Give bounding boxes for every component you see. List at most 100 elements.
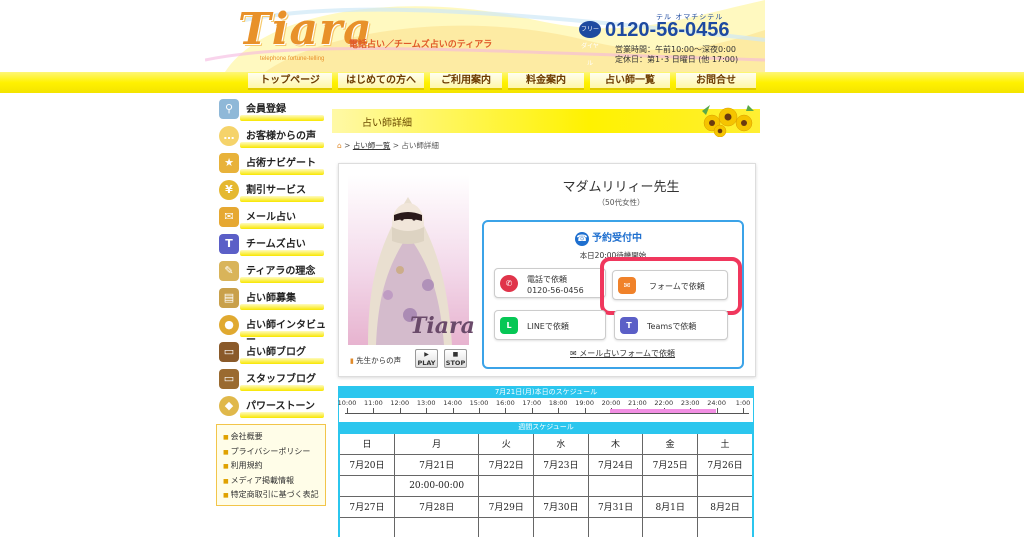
teams-icon: T (620, 317, 638, 334)
star-icon: ★ (219, 153, 239, 173)
sidebar-item-philosophy[interactable]: ✎ ティアラの理念 (216, 259, 326, 283)
nav-usage-guide[interactable]: ご利用案内 (430, 73, 502, 90)
timeline-tick-mark (452, 408, 454, 414)
voice-message-label: 先生からの声 (350, 355, 401, 366)
link-privacy-policy[interactable]: プライバシーポリシー (223, 445, 319, 460)
date-cell: 7月25日 (642, 453, 699, 476)
week-schedule-title: 週間スケジュール (338, 422, 754, 432)
nav-top-page[interactable]: トップページ (248, 73, 332, 90)
logo-subtitle: telephone fortune-telling (260, 56, 325, 62)
site-tagline: 電話占い／チームズ占いのティアラ (349, 40, 493, 50)
sidebar-item-teller-blog[interactable]: ▭ 占い師ブログ (216, 340, 326, 364)
date-cell: 7月29日 (478, 495, 535, 518)
sunflower-decoration (702, 105, 754, 137)
slot-cell (587, 474, 644, 497)
mail-form-link-label: メール占いフォームで依頼 (579, 349, 676, 358)
sidebar-item-underline (240, 250, 324, 256)
day-header-fri: 金 (642, 432, 699, 455)
stop-button-label: STOP (445, 359, 466, 367)
sidebar-item-label: ティアラの理念 (246, 266, 316, 277)
yen-coin-icon: ¥ (219, 180, 239, 200)
sidebar-item-recruit[interactable]: ▤ 占い師募集 (216, 286, 326, 310)
photo-watermark-logo: Tiara (410, 313, 475, 339)
stop-icon: ■ (452, 351, 459, 358)
timeline-axis (345, 413, 749, 414)
teller-age: （50代女性） (597, 198, 645, 207)
header-phone-number[interactable]: 0120-56-0456 (605, 19, 730, 42)
table-row (338, 516, 754, 537)
sidebar-item-member-registration[interactable]: ⚲ 会員登録 (216, 97, 326, 121)
sidebar-item-underline (240, 169, 324, 175)
breadcrumb-separator: > (344, 141, 353, 150)
date-cell: 7月20日 (338, 453, 395, 476)
timeline-tick-mark (531, 408, 533, 414)
phone-icon: ✆ (500, 275, 518, 292)
slot-cell (533, 516, 589, 537)
timeline-tick-mark (584, 408, 586, 414)
sidebar-item-label: パワーストーン (246, 401, 315, 412)
slot-cell (697, 474, 754, 497)
breadcrumb-current: 占い師詳細 (401, 141, 439, 150)
home-icon[interactable]: ⌂ (337, 141, 342, 150)
sidebar-item-navigate[interactable]: ★ 占術ナビゲート (216, 151, 326, 175)
line-request-button[interactable]: L LINEで依頼 (494, 310, 606, 340)
sidebar-item-underline (240, 277, 324, 283)
date-cell: 7月23日 (533, 453, 589, 476)
sidebar-item-underline (240, 196, 324, 202)
sidebar-item-label: 会員登録 (246, 104, 286, 115)
nav-fortune-tellers[interactable]: 占い師一覧 (590, 73, 670, 90)
booking-status-title: 予約受付中 (575, 229, 642, 246)
slot-cell (587, 516, 644, 537)
link-company[interactable]: 会社概要 (223, 430, 319, 445)
sidebar-item-underline (240, 142, 324, 148)
play-button[interactable]: ▶ PLAY (415, 349, 438, 368)
stop-button[interactable]: ■ STOP (444, 349, 467, 368)
link-terms[interactable]: 利用規約 (223, 459, 319, 474)
day-header-thu: 木 (587, 432, 644, 455)
nav-pricing[interactable]: 料金案内 (508, 73, 584, 90)
date-cell: 7月30日 (533, 495, 589, 518)
mail-form-request-link[interactable]: ✉ メール占いフォームで依頼 (570, 348, 675, 359)
sidebar-item-discount[interactable]: ¥ 割引サービス (216, 178, 326, 202)
nav-first-time[interactable]: はじめての方へ (338, 73, 424, 90)
date-cell: 7月22日 (478, 453, 535, 476)
day-header-mon: 月 (393, 432, 480, 455)
breadcrumb-link-tellers[interactable]: 占い師一覧 (353, 141, 391, 150)
teams-request-label: Teamsで依頼 (647, 322, 697, 331)
sidebar-item-teams[interactable]: T チームズ占い (216, 232, 326, 256)
phone-request-button[interactable]: ✆ 電話で依頼 0120-56-0456 (494, 268, 606, 298)
slot-cell (642, 474, 699, 497)
link-commercial-law[interactable]: 特定商取引に基づく表記 (223, 488, 319, 503)
sidebar-item-underline (240, 115, 324, 121)
sidebar-item-label: 割引サービス (246, 185, 306, 196)
date-cell: 7月26日 (697, 453, 754, 476)
timeline-tick-mark (716, 408, 718, 414)
day-header-sun: 日 (338, 432, 395, 455)
sidebar-item-power-stone[interactable]: ◆ パワーストーン (216, 394, 326, 418)
envelope-icon: ✉ (219, 207, 239, 227)
teams-request-button[interactable]: T Teamsで依頼 (614, 310, 728, 340)
date-cell: 7月21日 (393, 453, 480, 476)
sidebar-item-staff-blog[interactable]: ▭ スタッフブログ (216, 367, 326, 391)
sidebar-item-underline (240, 412, 324, 418)
timeline-tick-mark (347, 408, 348, 414)
slot-cell (478, 474, 535, 497)
sidebar-item-underline (240, 385, 324, 391)
teams-icon: T (219, 234, 239, 254)
timeline-tick-mark (399, 408, 401, 414)
page: Tiara telephone fortune-telling 電話占い／チーム… (0, 0, 1024, 537)
slot-cell: 20:00-00:00 (393, 474, 480, 497)
freedial-icon: フリーダイヤル (579, 21, 601, 67)
sidebar-item-interview[interactable]: ● 占い師インタビュー (216, 313, 326, 346)
link-media[interactable]: メディア掲載情報 (223, 474, 319, 489)
nav-contact[interactable]: お問合せ (676, 73, 756, 90)
line-icon: L (500, 317, 518, 334)
table-row: 7月27日 7月28日 7月29日 7月30日 7月31日 8月1日 8月2日 (338, 495, 754, 518)
sidebar-item-customer-voices[interactable]: … お客様からの声 (216, 124, 326, 148)
sidebar-item-mail[interactable]: ✉ メール占い (216, 205, 326, 229)
form-request-highlight (600, 257, 742, 315)
table-row: 7月20日 7月21日 7月22日 7月23日 7月24日 7月25日 7月26… (338, 453, 754, 476)
book-icon: ▤ (219, 288, 239, 308)
sidebar-item-label: スタッフブログ (246, 374, 316, 385)
sidebar-item-underline (240, 358, 324, 364)
